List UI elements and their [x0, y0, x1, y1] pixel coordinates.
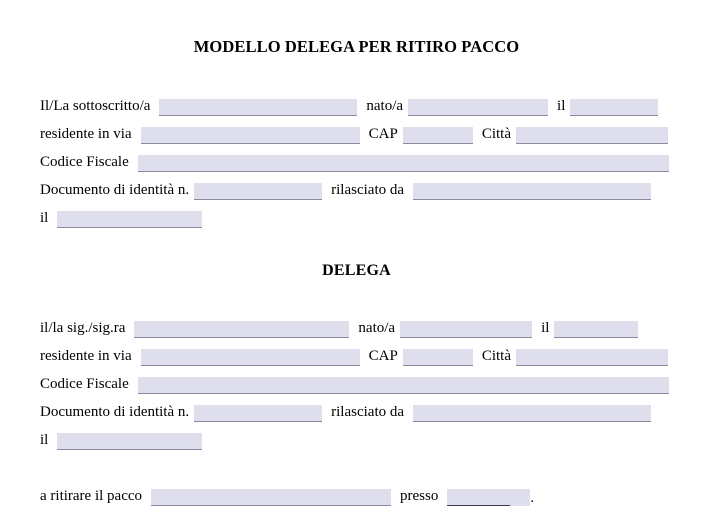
- delegate-fiscal-code-input[interactable]: [137, 377, 669, 394]
- delegate-birthdate-label: il: [541, 320, 550, 336]
- delegate-issue-date-input[interactable]: [57, 433, 203, 450]
- pickup-location-rule: [447, 504, 511, 506]
- delegate-issued-by-input[interactable]: [413, 405, 652, 422]
- delegate-fiscal-code-label: Codice Fiscale: [40, 376, 129, 392]
- pickup-location-input[interactable]: [447, 489, 531, 506]
- declarant-fiscal-code-label: Codice Fiscale: [40, 154, 129, 170]
- declarant-born-input[interactable]: [408, 99, 549, 116]
- declarant-name-label: Il/La sottoscritto/a: [40, 98, 151, 114]
- delegate-row-issue-date: il: [40, 428, 203, 450]
- declarant-address-input[interactable]: [140, 127, 360, 144]
- delegate-row-document: Documento di identità n. rilasciato da: [40, 400, 652, 422]
- delegate-cap-input[interactable]: [402, 349, 473, 366]
- delegate-row-address: residente in via CAP Città: [40, 344, 668, 366]
- declarant-birthdate-label: il: [557, 98, 566, 114]
- declarant-issued-by-label: rilasciato da: [331, 182, 405, 198]
- delegate-born-input[interactable]: [400, 321, 533, 338]
- declarant-born-label: nato/a: [366, 98, 404, 114]
- pickup-parcel-input[interactable]: [151, 489, 392, 506]
- delegate-birthdate-input[interactable]: [554, 321, 639, 338]
- declarant-cap-label: CAP: [368, 126, 398, 142]
- pickup-at-label: presso: [400, 488, 439, 504]
- pickup-label: a ritirare il pacco: [40, 488, 143, 504]
- delegate-row-fiscal-code: Codice Fiscale: [40, 372, 669, 394]
- pickup-row: a ritirare il pacco presso .: [40, 484, 534, 506]
- declarant-birthdate-input[interactable]: [570, 99, 659, 116]
- page-title: MODELLO DELEGA PER RITIRO PACCO: [193, 37, 520, 56]
- delegate-born-label: nato/a: [358, 320, 396, 336]
- declarant-city-input[interactable]: [516, 127, 668, 144]
- delegate-cap-label: CAP: [368, 348, 398, 364]
- pickup-period: .: [530, 490, 535, 506]
- declarant-address-label: residente in via: [40, 126, 132, 142]
- delegate-city-input[interactable]: [516, 349, 668, 366]
- declarant-issue-date-input[interactable]: [57, 211, 203, 228]
- pickup-location-wrap: [447, 489, 531, 506]
- delegate-address-label: residente in via: [40, 348, 132, 364]
- delegate-name-label: il/la sig./sig.ra: [40, 320, 126, 336]
- section-title-delega: DELEGA: [322, 262, 391, 279]
- declarant-issued-by-input[interactable]: [413, 183, 652, 200]
- delegate-address-input[interactable]: [140, 349, 360, 366]
- delegate-city-label: Città: [481, 348, 511, 364]
- declarant-row-name: Il/La sottoscritto/a nato/a il: [40, 94, 659, 116]
- declarant-document-label: Documento di identità n.: [40, 182, 190, 198]
- delegate-row-name: il/la sig./sig.ra nato/a il: [40, 316, 639, 338]
- declarant-issue-date-label: il: [40, 210, 49, 226]
- document-page: MODELLO DELEGA PER RITIRO PACCO Il/La so…: [0, 0, 713, 520]
- declarant-row-address: residente in via CAP Città: [40, 122, 668, 144]
- delegate-document-input[interactable]: [194, 405, 323, 422]
- declarant-row-fiscal-code: Codice Fiscale: [40, 150, 669, 172]
- delegate-name-input[interactable]: [134, 321, 350, 338]
- declarant-name-input[interactable]: [159, 99, 358, 116]
- declarant-document-input[interactable]: [194, 183, 323, 200]
- declarant-fiscal-code-input[interactable]: [137, 155, 669, 172]
- declarant-row-document: Documento di identità n. rilasciato da: [40, 178, 652, 200]
- delegate-document-label: Documento di identità n.: [40, 404, 190, 420]
- declarant-city-label: Città: [481, 126, 511, 142]
- declarant-row-issue-date: il: [40, 206, 203, 228]
- declarant-cap-input[interactable]: [402, 127, 473, 144]
- delegate-issued-by-label: rilasciato da: [331, 404, 405, 420]
- delegate-issue-date-label: il: [40, 432, 49, 448]
